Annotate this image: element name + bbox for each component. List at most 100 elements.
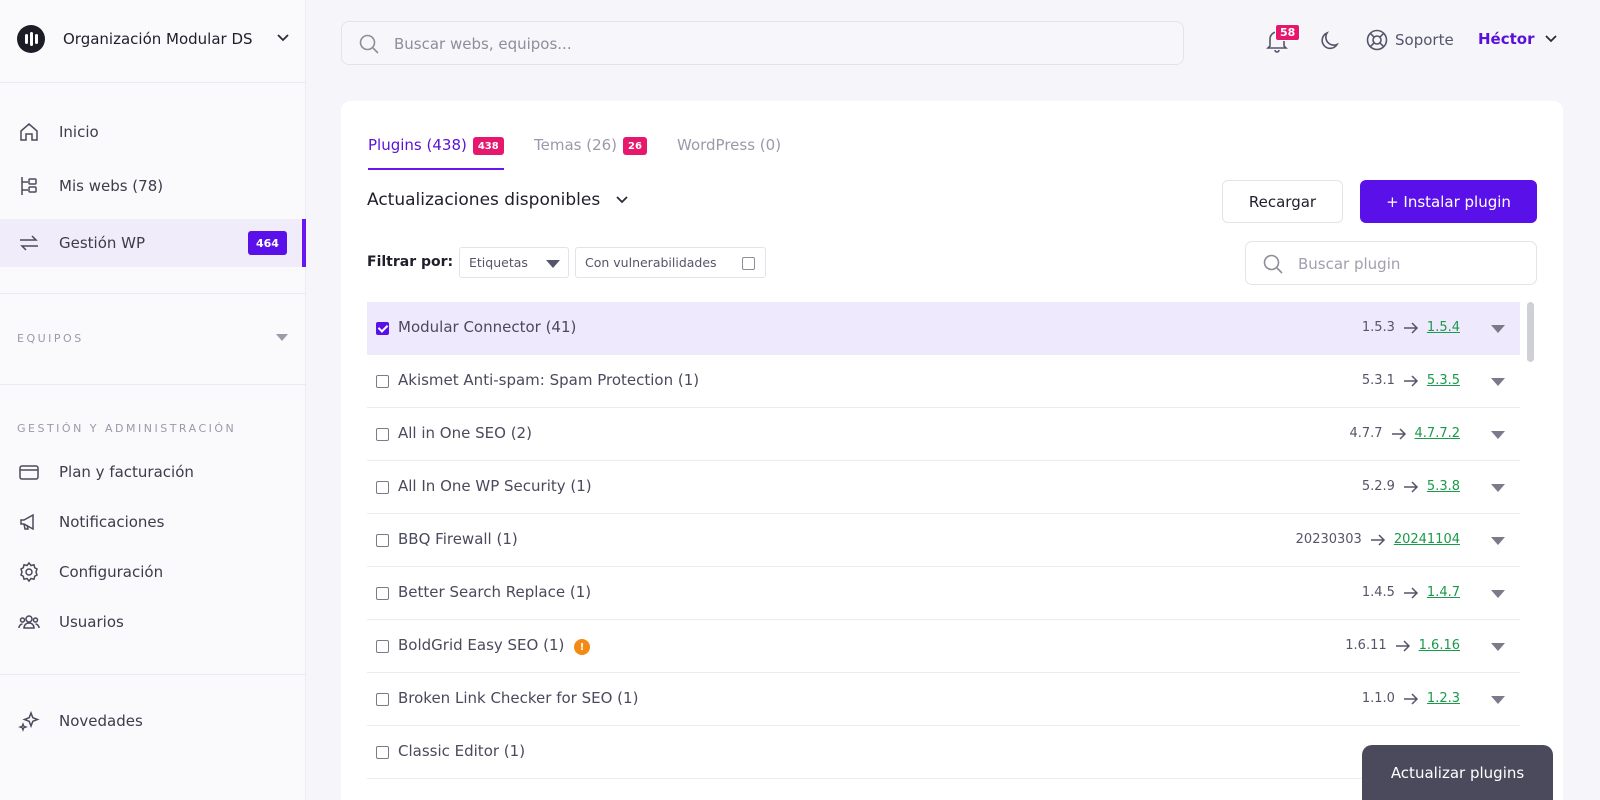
new-version: 5.3.8 — [1426, 479, 1460, 494]
row-checkbox[interactable] — [376, 693, 389, 706]
plugin-name: BoldGrid Easy SEO (1) — [398, 636, 565, 654]
tab-themes[interactable]: Temas (26) 26 — [534, 136, 647, 170]
plugin-list: Modular Connector (41) 1.5.3 1.5.4 Akismet … — [367, 302, 1520, 779]
sidebar-item-wp[interactable]: Gestión WP 464 — [0, 219, 306, 267]
global-search-input[interactable] — [394, 32, 1154, 56]
row-checkbox[interactable] — [376, 322, 389, 335]
current-version: 1.6.11 — [1345, 638, 1387, 653]
vulnerabilities-checkbox[interactable] — [742, 257, 755, 270]
new-version: 1.6.16 — [1418, 638, 1460, 653]
row-checkbox[interactable] — [376, 640, 389, 653]
current-version: 4.7.7 — [1349, 426, 1383, 441]
global-search[interactable] — [341, 21, 1184, 65]
caret-down-icon[interactable] — [1491, 696, 1505, 704]
divider — [0, 82, 306, 83]
row-checkbox[interactable] — [376, 534, 389, 547]
caret-down-icon[interactable] — [1491, 643, 1505, 651]
tab-label: Temas (26) — [534, 136, 618, 154]
row-checkbox[interactable] — [376, 587, 389, 600]
sidebar-item-notifications[interactable]: Notificaciones — [0, 498, 306, 546]
plugin-search[interactable] — [1245, 241, 1537, 285]
tags-filter-label: Etiquetas — [469, 255, 528, 270]
table-row[interactable]: Broken Link Checker for SEO (1) 1.1.0 1.2.… — [367, 673, 1520, 726]
arrow-right-icon — [1395, 639, 1410, 652]
updates-dropdown[interactable]: Actualizaciones disponibles — [367, 190, 630, 210]
current-version: 20230303 — [1295, 532, 1362, 547]
tab-wordpress[interactable]: WordPress (0) — [677, 136, 781, 170]
sidebar-item-billing[interactable]: Plan y facturación — [0, 448, 306, 496]
version-info: 1.4.5 1.4.7 — [1362, 585, 1460, 600]
table-row[interactable]: Akismet Anti-spam: Spam Protection (1) 5.… — [367, 355, 1520, 408]
caret-down-icon[interactable] — [1491, 537, 1505, 545]
plugin-name: All In One WP Security (1) — [398, 477, 592, 495]
current-version: 5.2.9 — [1361, 479, 1395, 494]
table-row[interactable]: All in One SEO (2) 4.7.7 4.7.7.2 — [367, 408, 1520, 461]
megaphone-icon — [20, 513, 34, 531]
version-info: 1.1.0 1.2.3 — [1362, 691, 1460, 706]
table-row[interactable]: Modular Connector (41) 1.5.3 1.5.4 — [367, 302, 1520, 355]
version-info: 1.5.3 1.5.4 — [1362, 320, 1460, 335]
divider — [0, 674, 306, 675]
table-row[interactable]: Better Search Replace (1) 1.4.5 1.4.7 — [367, 567, 1520, 620]
caret-down-icon[interactable] — [1491, 325, 1505, 333]
install-plugin-button[interactable]: + Instalar plugin — [1360, 180, 1537, 223]
row-checkbox[interactable] — [376, 481, 389, 494]
plugin-name: Classic Editor (1) — [398, 742, 526, 760]
warning-icon[interactable]: ! — [574, 639, 590, 655]
reload-button[interactable]: Recargar — [1222, 180, 1343, 223]
plugin-name: Akismet Anti-spam: Spam Protection (1) — [398, 371, 700, 389]
table-row[interactable]: BBQ Firewall (1) 20230303 20241104 — [367, 514, 1520, 567]
caret-down-icon[interactable] — [1491, 590, 1505, 598]
row-checkbox[interactable] — [376, 746, 389, 759]
scrollbar[interactable] — [1527, 302, 1534, 362]
version-info: 5.3.1 5.3.5 — [1362, 373, 1460, 388]
sidebar-item-label: Notificaciones — [59, 513, 165, 531]
sidebar-item-home[interactable]: Inicio — [0, 108, 306, 156]
new-version: 1.5.4 — [1426, 320, 1460, 335]
notification-count-badge: 58 — [1275, 24, 1301, 41]
chevron-down-icon — [1544, 35, 1557, 43]
version-info: 20230303 20241104 — [1296, 532, 1460, 547]
sidebar-item-label: Gestión WP — [59, 234, 146, 252]
current-version: 1.4.5 — [1361, 585, 1395, 600]
plugin-name: All in One SEO (2) — [398, 424, 532, 442]
update-plugins-button[interactable]: Actualizar plugins — [1362, 745, 1553, 800]
chevron-down-icon — [277, 34, 289, 42]
tab-badge: 438 — [472, 137, 504, 155]
row-checkbox[interactable] — [376, 428, 389, 441]
teams-toggle-caret[interactable] — [276, 334, 288, 341]
sidebar-item-sites[interactable]: Mis webs (78) — [0, 162, 306, 210]
caret-down-icon[interactable] — [1491, 378, 1505, 386]
chevron-down-icon — [616, 196, 628, 204]
arrow-right-icon — [1391, 427, 1406, 440]
org-switcher[interactable]: Organización Modular DS — [17, 24, 289, 54]
user-menu[interactable]: Héctor — [1478, 30, 1559, 48]
divider — [0, 293, 306, 294]
new-version: 1.4.7 — [1426, 585, 1460, 600]
moon-icon[interactable] — [1318, 29, 1342, 53]
support-link[interactable]: Soporte — [1365, 28, 1454, 52]
plugin-search-input[interactable] — [1298, 253, 1518, 275]
arrow-right-icon — [1403, 692, 1418, 705]
caret-down-icon[interactable] — [1491, 431, 1505, 439]
sidebar-item-users[interactable]: Usuarios — [0, 598, 306, 646]
user-name: Héctor — [1478, 30, 1535, 48]
table-row[interactable]: BoldGrid Easy SEO (1)! 1.6.11 1.6.16 — [367, 620, 1520, 673]
tab-plugins[interactable]: Plugins (438) 438 — [368, 136, 504, 170]
arrows-exchange-icon — [20, 235, 38, 251]
table-row[interactable]: Classic Editor (1) — [367, 726, 1520, 779]
vulnerabilities-filter-label: Con vulnerabilidades — [585, 255, 717, 270]
caret-down-icon — [546, 260, 560, 268]
plugin-name: Broken Link Checker for SEO (1) — [398, 689, 639, 707]
row-checkbox[interactable] — [376, 375, 389, 388]
caret-down-icon[interactable] — [1491, 484, 1505, 492]
table-row[interactable]: All In One WP Security (1) 5.2.9 5.3.8 — [367, 461, 1520, 514]
sidebar-item-settings[interactable]: Configuración — [0, 548, 306, 596]
tags-filter-select[interactable]: Etiquetas — [459, 247, 569, 278]
tab-label: WordPress (0) — [677, 136, 782, 154]
vulnerabilities-filter[interactable]: Con vulnerabilidades — [575, 247, 766, 278]
org-name: Organización Modular DS — [63, 30, 253, 48]
sidebar-item-news[interactable]: Novedades — [0, 697, 306, 745]
sparkles-icon — [18, 710, 40, 732]
current-version: 1.1.0 — [1361, 691, 1395, 706]
